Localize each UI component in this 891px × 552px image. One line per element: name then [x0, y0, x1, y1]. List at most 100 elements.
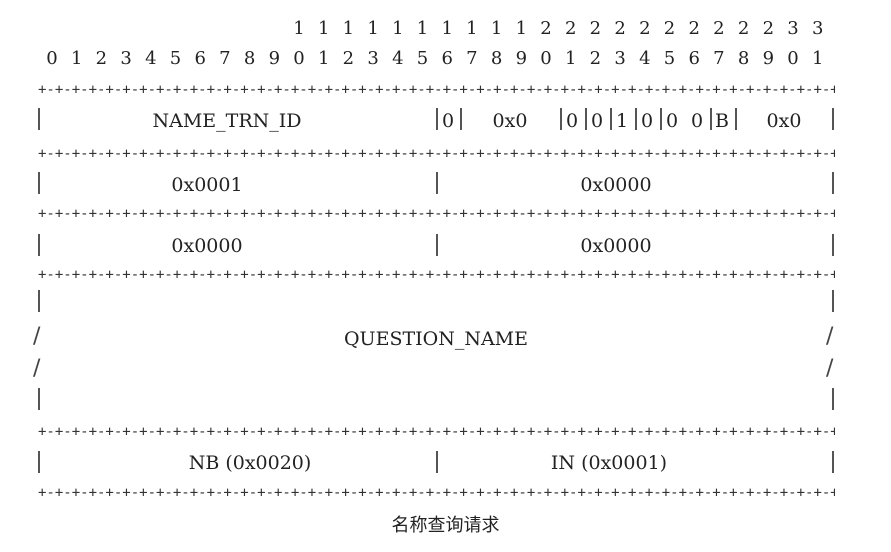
- bit-ones-digit: 0: [46, 48, 58, 69]
- bit-ones-digit: 8: [737, 48, 750, 69]
- field-divider: [460, 108, 462, 130]
- reserved-flag-1: 0: [665, 110, 679, 132]
- bit-ones-digit: 2: [95, 48, 108, 69]
- row-separator: +-+-+-+-+-+-+-+-+-+-+-+-+-+-+-+-+-+-+-+-…: [38, 487, 835, 499]
- field-divider: [735, 108, 737, 130]
- tc-flag: 0: [590, 110, 604, 132]
- bit-ones-digit: 0: [787, 48, 799, 69]
- left-border: [38, 108, 40, 130]
- bit-ones-digit: 2: [342, 48, 355, 69]
- bit-tens-digit: 2: [639, 18, 651, 39]
- row-separator: +-+-+-+-+-+-+-+-+-+-+-+-+-+-+-+-+-+-+-+-…: [38, 269, 835, 281]
- bit-tens-digit: 1: [441, 18, 453, 39]
- left-border: [38, 172, 40, 194]
- bit-ones-digit: 1: [317, 48, 330, 69]
- bit-ones-digit: 5: [663, 48, 676, 69]
- left-border: [38, 388, 40, 410]
- bit-tens-digit: 1: [490, 18, 503, 39]
- bit-ones-digit: 7: [713, 48, 725, 69]
- diagram-caption: 名称查询请求: [391, 515, 500, 536]
- field-divider: [635, 108, 637, 130]
- left-border: [38, 234, 40, 256]
- bit-tens-digit: 2: [713, 18, 725, 39]
- continuation-mark: /: [33, 324, 41, 349]
- field-divider: [436, 108, 438, 130]
- bit-ones-digit: 0: [293, 48, 305, 69]
- right-border: [832, 451, 834, 473]
- bit-tens-digit: 1: [367, 18, 379, 39]
- field-divider: [585, 108, 587, 130]
- bit-tens-digit: 1: [392, 18, 404, 39]
- field-divider: [610, 108, 612, 130]
- bit-ones-digit: 8: [243, 48, 256, 69]
- ancount-field: 0x0000: [580, 174, 652, 196]
- bit-ones-digit: 1: [70, 48, 83, 69]
- question-class-field: IN (0x0001): [550, 452, 668, 474]
- bit-ones-digit: 9: [515, 48, 528, 69]
- bit-tens-digit: 1: [466, 18, 478, 39]
- bit-tens-digit: 1: [342, 18, 355, 39]
- bit-ones-digit: 6: [441, 48, 453, 69]
- bit-ones-digit: 1: [811, 48, 824, 69]
- bit-ones-digit: 5: [169, 48, 182, 69]
- bit-ones-digit: 3: [120, 48, 132, 69]
- bit-tens-digit: 1: [416, 18, 429, 39]
- bit-ones-digit: 3: [367, 48, 379, 69]
- field-divider: [660, 108, 662, 130]
- bit-tens-digit: 1: [317, 18, 330, 39]
- bit-ones-digit: 4: [639, 48, 651, 69]
- bit-ones-digit: 9: [762, 48, 775, 69]
- bit-ones-digit: 2: [589, 48, 602, 69]
- bit-tens-digit: 1: [293, 18, 305, 39]
- bit-ones-digit: 4: [392, 48, 404, 69]
- rcode-field: 0x0: [766, 110, 802, 132]
- aa-flag: 0: [565, 110, 579, 132]
- question-type-field: NB (0x0020): [188, 452, 312, 474]
- left-border: [38, 290, 40, 312]
- reserved-flag-2: 0: [690, 110, 704, 132]
- bit-ones-digit: 9: [268, 48, 281, 69]
- continuation-mark: /: [33, 356, 41, 381]
- rd-flag: 1: [615, 110, 629, 132]
- right-border: [832, 290, 834, 312]
- bit-ones-digit: 8: [490, 48, 503, 69]
- ra-flag: 0: [640, 110, 654, 132]
- row-separator: +-+-+-+-+-+-+-+-+-+-+-+-+-+-+-+-+-+-+-+-…: [38, 148, 835, 160]
- bit-tens-digit: 3: [787, 18, 799, 39]
- row-separator: +-+-+-+-+-+-+-+-+-+-+-+-+-+-+-+-+-+-+-+-…: [38, 84, 835, 96]
- row-separator: +-+-+-+-+-+-+-+-+-+-+-+-+-+-+-+-+-+-+-+-…: [38, 208, 835, 220]
- bit-ones-digit: 7: [219, 48, 231, 69]
- bit-tens-digit: 2: [540, 18, 552, 39]
- bit-tens-digit: 2: [737, 18, 750, 39]
- right-border: [832, 108, 834, 130]
- bit-tens-digit: 2: [564, 18, 577, 39]
- bit-tens-digit: 1: [515, 18, 528, 39]
- bit-ones-digit: 5: [416, 48, 429, 69]
- field-divider: [436, 172, 438, 194]
- field-divider: [436, 234, 438, 256]
- b-flag: B: [715, 110, 729, 132]
- field-divider: [710, 108, 712, 130]
- field-divider: [560, 108, 562, 130]
- bit-ones-digit: 1: [564, 48, 577, 69]
- bit-tens-digit: 2: [762, 18, 775, 39]
- bit-ones-digit: 6: [688, 48, 700, 69]
- qdcount-field: 0x0001: [171, 174, 243, 196]
- row-separator: +-+-+-+-+-+-+-+-+-+-+-+-+-+-+-+-+-+-+-+-…: [38, 426, 835, 438]
- bit-ones-digit: 7: [466, 48, 478, 69]
- question-name-field: QUESTION_NAME: [343, 328, 529, 350]
- bit-tens-digit: 2: [589, 18, 602, 39]
- right-border: [832, 234, 834, 256]
- opcode-field: 0x0: [492, 110, 528, 132]
- r-flag: 0: [441, 110, 455, 132]
- field-divider: [436, 451, 438, 473]
- continuation-mark: /: [826, 324, 834, 349]
- bit-ones-digit: 4: [145, 48, 157, 69]
- right-border: [832, 172, 834, 194]
- bit-ones-digit: 3: [614, 48, 626, 69]
- bit-tens-digit: 2: [663, 18, 676, 39]
- nscount-field: 0x0000: [171, 235, 243, 257]
- bit-ones-digit: 6: [194, 48, 206, 69]
- left-border: [38, 451, 40, 473]
- packet-format-diagram: 0123456789101112131415161718192021222324…: [0, 0, 891, 552]
